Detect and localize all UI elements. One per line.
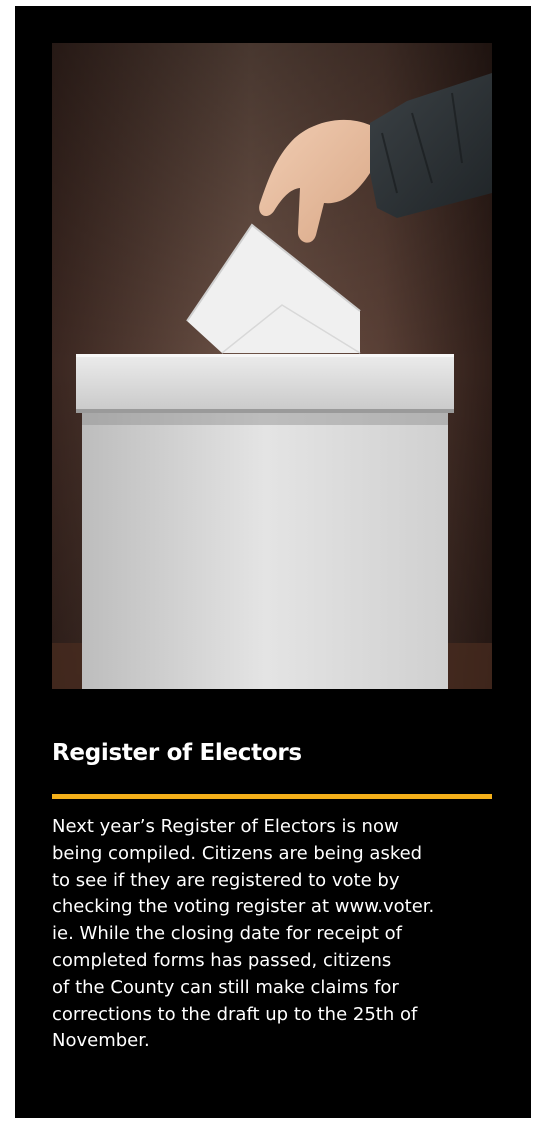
article-card: Register of Electors Next year’s Registe…	[15, 6, 531, 1118]
accent-divider	[52, 794, 492, 799]
article-title: Register of Electors	[52, 740, 302, 766]
ballot-box-photo	[52, 43, 492, 689]
article-body: Next year’s Register of Electors is now …	[52, 816, 435, 1052]
